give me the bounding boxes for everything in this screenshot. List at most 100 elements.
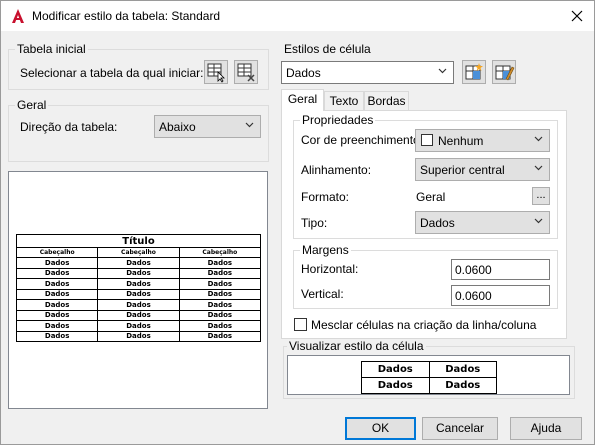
vertical-margin-label: Vertical: — [301, 287, 344, 301]
chevron-down-icon — [245, 122, 254, 128]
cell-styles-group-label: Estilos de célula — [284, 42, 371, 56]
fill-color-label: Cor de preenchimento: — [301, 133, 424, 147]
preview-data-row: Dados Dados Dados — [15, 330, 262, 342]
table-direction-label-text: Direção da tabela: — [20, 120, 118, 134]
preview-data-cell: Dados — [178, 320, 262, 332]
table-style-dialog: Modificar estilo da tabela: Standard Tab… — [0, 0, 595, 445]
select-table-button[interactable] — [204, 60, 228, 84]
preview-header-cell: Cabeçalho — [15, 247, 99, 258]
alignment-label: Alinhamento: — [301, 163, 372, 177]
preview-data-cell: Dados — [15, 309, 99, 321]
preview-data-cell: Dados — [15, 257, 99, 269]
preview-data-row: Dados Dados Dados — [15, 320, 262, 332]
preview-data-cell: Dados — [178, 330, 262, 342]
format-value: Geral — [416, 190, 446, 204]
preview-title-cell: Título — [16, 234, 261, 248]
preview-data-cell: Dados — [178, 288, 262, 300]
alignment-select[interactable]: Superior central — [415, 158, 550, 181]
preview-data-cell: Dados — [97, 320, 180, 332]
color-swatch-none — [421, 134, 433, 146]
type-select[interactable]: Dados — [415, 211, 550, 234]
vertical-margin-value: 0.0600 — [455, 289, 492, 303]
title-bar: Modificar estilo da tabela: Standard — [1, 1, 594, 31]
manage-cell-styles-button[interactable] — [492, 60, 516, 84]
properties-group-label: Propriedades — [300, 113, 376, 127]
cell-style-preview-area: Dados Dados Dados Dados — [287, 355, 570, 395]
horizontal-margin-input[interactable]: 0.0600 — [451, 259, 550, 280]
autocad-logo-icon — [12, 9, 24, 23]
preview-data-cell: Dados — [15, 267, 99, 279]
format-browse-button[interactable]: ... — [532, 187, 550, 205]
help-button[interactable]: Ajuda — [510, 417, 582, 440]
fill-color-value: Nenhum — [438, 134, 484, 148]
table-preview: Título Cabeçalho Cabeçalho Cabeçalho Dados… — [8, 171, 268, 409]
preview-header-cell: Cabeçalho — [97, 247, 180, 258]
select-starting-table-label: Selecionar a tabela da qual iniciar: — [20, 66, 204, 80]
preview-table: Título Cabeçalho Cabeçalho Cabeçalho Dados… — [15, 234, 262, 342]
tab-borders[interactable]: Bordas — [364, 91, 409, 111]
preview-data-cell: Dados — [97, 330, 180, 342]
merge-cells-checkbox[interactable] — [294, 318, 307, 331]
chevron-down-icon — [534, 136, 543, 142]
starting-table-group-label: Tabela inicial — [15, 42, 88, 56]
preview-data-cell: Dados — [15, 330, 99, 342]
cell-preview-cell: Dados — [428, 377, 497, 394]
preview-data-row: Dados Dados Dados — [15, 257, 262, 269]
preview-data-row: Dados Dados Dados — [15, 309, 262, 321]
vertical-margin-input[interactable]: 0.0600 — [451, 285, 550, 306]
chevron-down-icon — [534, 218, 543, 224]
close-icon — [571, 10, 583, 22]
margins-group-label: Margens — [300, 243, 351, 257]
type-label: Tipo: — [301, 216, 328, 230]
merge-cells-label[interactable]: Mesclar células na criação da linha/colu… — [311, 318, 536, 332]
table-direction-select[interactable]: Abaixo — [154, 115, 261, 138]
select-table-icon — [207, 63, 225, 83]
preview-data-cell: Dados — [15, 288, 99, 300]
help-button-label: Ajuda — [530, 421, 562, 435]
chevron-down-icon — [534, 165, 543, 171]
remove-table-button[interactable] — [234, 60, 258, 84]
preview-data-row: Dados Dados Dados — [15, 299, 262, 311]
tab-text[interactable]: Texto — [324, 91, 364, 111]
preview-header-row: Cabeçalho Cabeçalho Cabeçalho — [15, 247, 262, 258]
cell-preview-cell: Dados — [361, 377, 430, 394]
preview-data-cell: Dados — [97, 257, 180, 269]
type-value: Dados — [420, 216, 455, 230]
preview-data-cell: Dados — [97, 309, 180, 321]
preview-data-cell: Dados — [15, 299, 99, 311]
preview-data-row: Dados Dados Dados — [15, 267, 262, 279]
close-button[interactable] — [560, 1, 594, 31]
preview-data-cell: Dados — [97, 299, 180, 311]
new-cell-style-icon — [465, 63, 483, 80]
cell-preview-cell: Dados — [428, 361, 497, 378]
window-title: Modificar estilo da tabela: Standard — [32, 9, 221, 23]
cell-preview-cell: Dados — [361, 361, 430, 378]
cell-style-preview-label: Visualizar estilo da célula — [287, 339, 426, 353]
preview-data-cell: Dados — [178, 309, 262, 321]
preview-data-row: Dados Dados Dados — [15, 278, 262, 290]
fill-color-select[interactable]: Nenhum — [415, 129, 550, 152]
ok-button[interactable]: OK — [345, 417, 416, 440]
preview-data-cell: Dados — [15, 278, 99, 290]
tab-general[interactable]: Geral — [281, 89, 324, 111]
edit-cell-style-icon — [495, 65, 515, 81]
preview-header-cell: Cabeçalho — [178, 247, 262, 258]
preview-data-cell: Dados — [178, 267, 262, 279]
chevron-down-icon — [438, 68, 447, 74]
horizontal-margin-value: 0.0600 — [455, 263, 492, 277]
horizontal-margin-label: Horizontal: — [301, 262, 359, 276]
alignment-value: Superior central — [420, 163, 505, 177]
cancel-button[interactable]: Cancelar — [422, 417, 498, 440]
table-direction-value: Abaixo — [159, 120, 196, 134]
create-cell-style-button[interactable] — [462, 60, 486, 84]
preview-data-row: Dados Dados Dados — [15, 288, 262, 300]
table-direction-label: Direção da tabela: — [20, 120, 117, 134]
preview-data-cell: Dados — [97, 278, 180, 290]
preview-data-cell: Dados — [178, 278, 262, 290]
remove-table-icon — [237, 63, 255, 82]
preview-data-cell: Dados — [97, 288, 180, 300]
preview-data-cell: Dados — [178, 299, 262, 311]
preview-data-cell: Dados — [97, 267, 180, 279]
cell-style-select[interactable]: Dados — [281, 61, 454, 84]
cell-style-value: Dados — [286, 66, 321, 80]
